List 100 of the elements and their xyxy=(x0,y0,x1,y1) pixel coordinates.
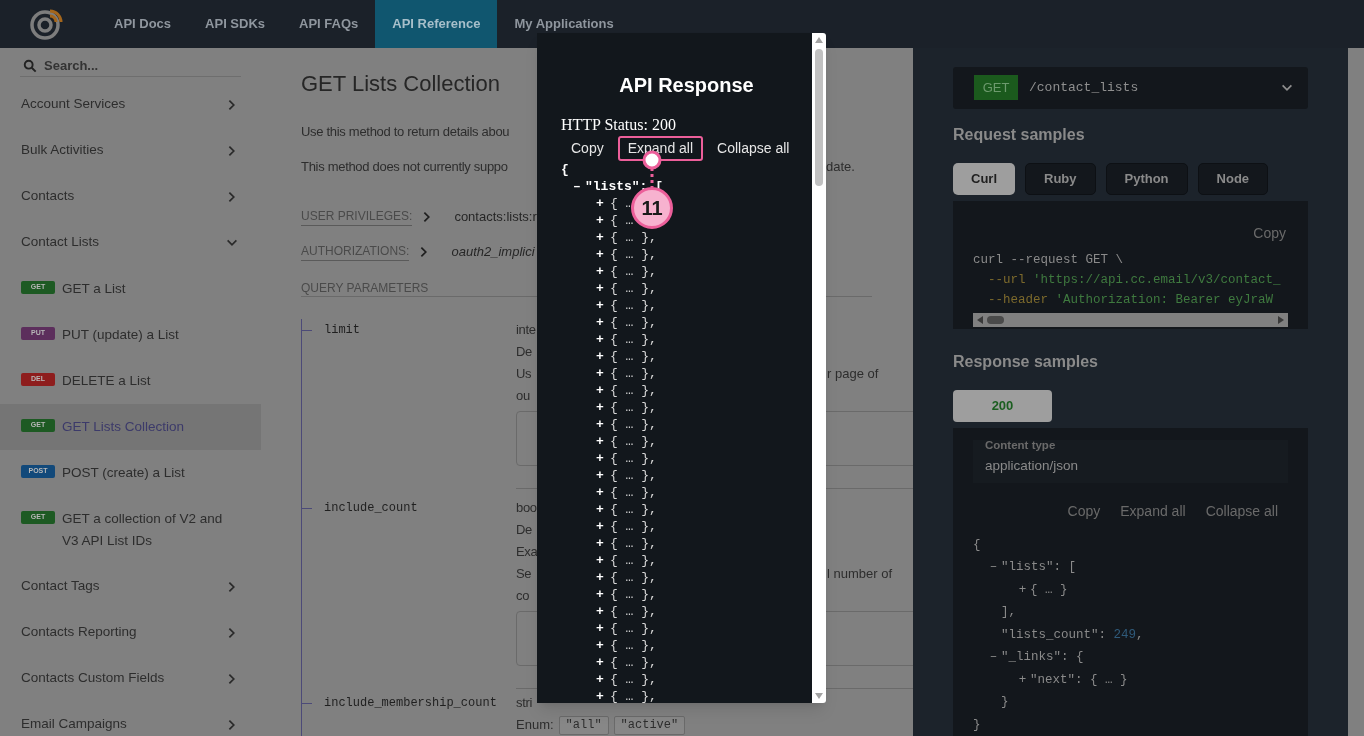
json-line: { … }, xyxy=(610,263,657,280)
toggle-icon[interactable]: + xyxy=(596,484,610,501)
section-heading: Request samples xyxy=(953,124,1086,145)
horizontal-scrollbar[interactable] xyxy=(973,312,1288,327)
toggle-icon[interactable]: + xyxy=(596,212,610,229)
toggle-icon[interactable]: + xyxy=(596,365,610,382)
toggle-icon[interactable]: + xyxy=(596,399,610,416)
json-line: { … }, xyxy=(610,620,657,637)
text-button[interactable]: Collapse all xyxy=(707,136,800,161)
toggle-icon[interactable]: – xyxy=(986,556,1001,579)
paragraph-text: This method does not currently suppo xyxy=(301,157,508,176)
sidebar-item[interactable]: Contacts Reporting xyxy=(0,609,261,656)
sidebar-item-label: Contacts Reporting xyxy=(21,623,137,642)
json-line: { … }, xyxy=(610,671,657,688)
param-description: stri xyxy=(516,694,534,713)
text-button[interactable]: Copy xyxy=(561,136,614,161)
scroll-thumb[interactable] xyxy=(987,315,1004,324)
scrollbar[interactable] xyxy=(812,33,826,703)
sidebar-item-label: GET a List xyxy=(62,279,127,298)
nav-tab[interactable]: API Reference xyxy=(375,0,498,48)
sidebar-item[interactable]: Bulk Activities xyxy=(0,127,261,174)
sidebar-item-label: Contacts Custom Fields xyxy=(21,669,165,688)
language-tab[interactable]: Curl xyxy=(953,162,1015,195)
scroll-up-icon[interactable] xyxy=(815,37,823,43)
json-line: { … }, xyxy=(610,246,657,263)
json-line: } xyxy=(973,716,981,734)
toggle-icon[interactable]: + xyxy=(596,416,610,433)
language-tab[interactable]: Python xyxy=(1105,162,1188,195)
toggle-icon[interactable]: + xyxy=(596,501,610,518)
json-line: { … }, xyxy=(610,467,657,484)
nav-tab[interactable]: API FAQs xyxy=(282,0,376,48)
toggle-icon[interactable]: + xyxy=(596,229,610,246)
scroll-left-icon[interactable] xyxy=(977,315,983,324)
sidebar-item[interactable]: Contact Lists xyxy=(0,219,261,266)
http-status: HTTP Status: 200 xyxy=(561,116,676,134)
toggle-icon[interactable]: + xyxy=(596,246,610,263)
toggle-icon[interactable]: + xyxy=(596,552,610,569)
toggle-icon[interactable]: + xyxy=(596,688,610,705)
param-description: De xyxy=(516,343,534,362)
param-description: ou xyxy=(516,387,531,406)
param-description: Us xyxy=(516,365,533,384)
toggle-icon[interactable]: + xyxy=(596,467,610,484)
toggle-icon[interactable]: – xyxy=(569,178,585,195)
param-name: include_membership_count xyxy=(324,695,497,712)
toggle-icon[interactable]: + xyxy=(596,433,610,450)
logo-icon[interactable] xyxy=(30,7,64,41)
toggle-icon[interactable]: + xyxy=(596,535,610,552)
json-line: { … }, xyxy=(610,416,657,433)
sidebar-item[interactable]: Contact Tags xyxy=(0,563,261,610)
json-line: { … }, xyxy=(610,229,657,246)
sidebar-item-label: GET a collection of V2 and V3 API List IDs xyxy=(62,509,224,550)
search-field[interactable]: Search... xyxy=(44,56,224,76)
json-line: { … }, xyxy=(610,535,657,552)
toggle-icon[interactable]: + xyxy=(596,637,610,654)
json-line: { … }, xyxy=(610,297,657,314)
sidebar-item[interactable]: Email Campaigns xyxy=(0,701,261,736)
sidebar-item[interactable]: Account Services xyxy=(0,81,261,128)
toggle-icon[interactable]: + xyxy=(596,297,610,314)
toggle-icon[interactable]: + xyxy=(596,569,610,586)
enum-value: "active" xyxy=(613,715,686,735)
json-line: { … }, xyxy=(610,501,657,518)
toggle-icon[interactable]: + xyxy=(596,518,610,535)
toggle-icon[interactable]: + xyxy=(596,331,610,348)
toggle-icon[interactable]: + xyxy=(596,314,610,331)
scroll-right-icon[interactable] xyxy=(1278,315,1284,324)
toggle-icon[interactable]: + xyxy=(596,263,610,280)
toggle-icon[interactable]: + xyxy=(596,280,610,297)
language-tab[interactable]: Node xyxy=(1197,162,1269,195)
enum-value: "all" xyxy=(558,715,609,735)
page-title: GET Lists Collection xyxy=(301,70,500,98)
endpoint-dropdown[interactable]: GET /contact_lists xyxy=(953,67,1308,109)
endpoint-path: /contact_lists xyxy=(1029,79,1140,97)
json-line: { … }, xyxy=(610,603,657,620)
json-line: { … }, xyxy=(610,484,657,501)
toggle-icon[interactable]: + xyxy=(596,195,610,212)
nav-tab[interactable]: API SDKs xyxy=(188,0,283,48)
sidebar-item[interactable]: Contacts Custom Fields xyxy=(0,655,261,702)
json-line: { … }, xyxy=(610,331,657,348)
param-description: De xyxy=(516,521,534,540)
toggle-icon[interactable]: + xyxy=(596,671,610,688)
toggle-icon[interactable]: + xyxy=(596,382,610,399)
nav-tab[interactable]: API Docs xyxy=(97,0,189,48)
toggle-icon[interactable]: + xyxy=(596,620,610,637)
content-type-label: Content type xyxy=(985,437,1057,452)
scroll-down-icon[interactable] xyxy=(815,693,823,699)
toggle-icon[interactable]: + xyxy=(1015,578,1030,601)
param-name: include_count xyxy=(324,500,418,517)
toggle-icon[interactable]: + xyxy=(596,603,610,620)
toggle-icon[interactable]: + xyxy=(596,654,610,671)
content-type-value: application/json xyxy=(985,456,1080,475)
language-tab[interactable]: Ruby xyxy=(1025,162,1096,195)
sidebar-item[interactable]: Contacts xyxy=(0,173,261,220)
toggle-icon[interactable]: + xyxy=(596,450,610,467)
toggle-icon[interactable]: + xyxy=(596,586,610,603)
json-line: { … }, xyxy=(610,348,657,365)
toggle-icon[interactable]: – xyxy=(986,646,1001,669)
scroll-thumb[interactable] xyxy=(815,49,823,186)
toggle-icon[interactable]: + xyxy=(1015,668,1030,691)
toggle-icon[interactable]: + xyxy=(596,348,610,365)
sidebar-item-label: Bulk Activities xyxy=(21,141,104,160)
